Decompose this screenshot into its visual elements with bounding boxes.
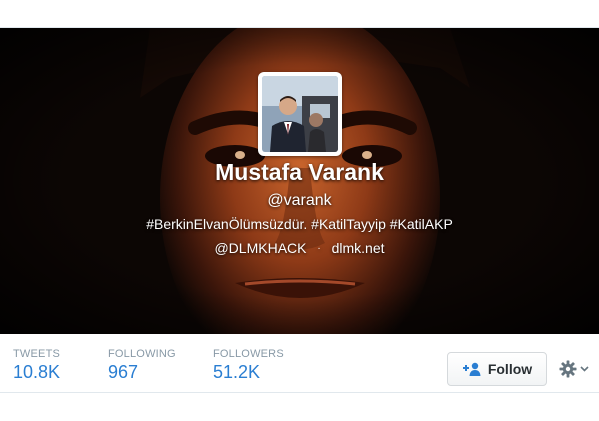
- profile-meta: @DLMKHACK · dlmk.net: [0, 240, 599, 256]
- stat-label: TWEETS: [13, 348, 61, 360]
- profile-stats-bar: TWEETS 10.8K FOLLOWING 967 FOLLOWERS 51.…: [0, 334, 599, 392]
- profile-handle[interactable]: @varank: [0, 192, 599, 210]
- stat-tweets[interactable]: TWEETS 10.8K: [13, 348, 60, 383]
- profile-name[interactable]: Mustafa Varank: [0, 159, 599, 186]
- profile-header: Mustafa Varank @varank #BerkinElvanÖlüms…: [0, 28, 599, 334]
- stat-label: FOLLOWING: [108, 348, 176, 360]
- profile-avatar[interactable]: [258, 72, 342, 156]
- profile-website-link[interactable]: dlmk.net: [332, 240, 385, 256]
- avatar-photo: [262, 76, 338, 152]
- person-plus-icon: [462, 362, 481, 376]
- meta-separator: ·: [317, 243, 321, 254]
- follow-button[interactable]: Follow: [447, 352, 547, 386]
- profile-mention-link[interactable]: @DLMKHACK: [214, 240, 306, 256]
- stat-label: FOLLOWERS: [213, 348, 284, 360]
- profile-bio: #BerkinElvanÖlümsüzdür. #KatilTayyip #Ka…: [146, 216, 453, 232]
- gear-icon: [559, 360, 577, 378]
- profile-card: Mustafa Varank @varank #BerkinElvanÖlüms…: [0, 27, 599, 393]
- stat-value: 967: [108, 362, 139, 382]
- chevron-down-icon: [580, 366, 589, 372]
- stat-followers[interactable]: FOLLOWERS 51.2K: [213, 348, 284, 383]
- settings-dropdown-button[interactable]: [556, 356, 592, 382]
- stat-value: 51.2K: [213, 362, 261, 382]
- follow-button-label: Follow: [487, 361, 533, 377]
- stat-following[interactable]: FOLLOWING 967: [108, 348, 176, 383]
- stat-value: 10.8K: [13, 362, 61, 382]
